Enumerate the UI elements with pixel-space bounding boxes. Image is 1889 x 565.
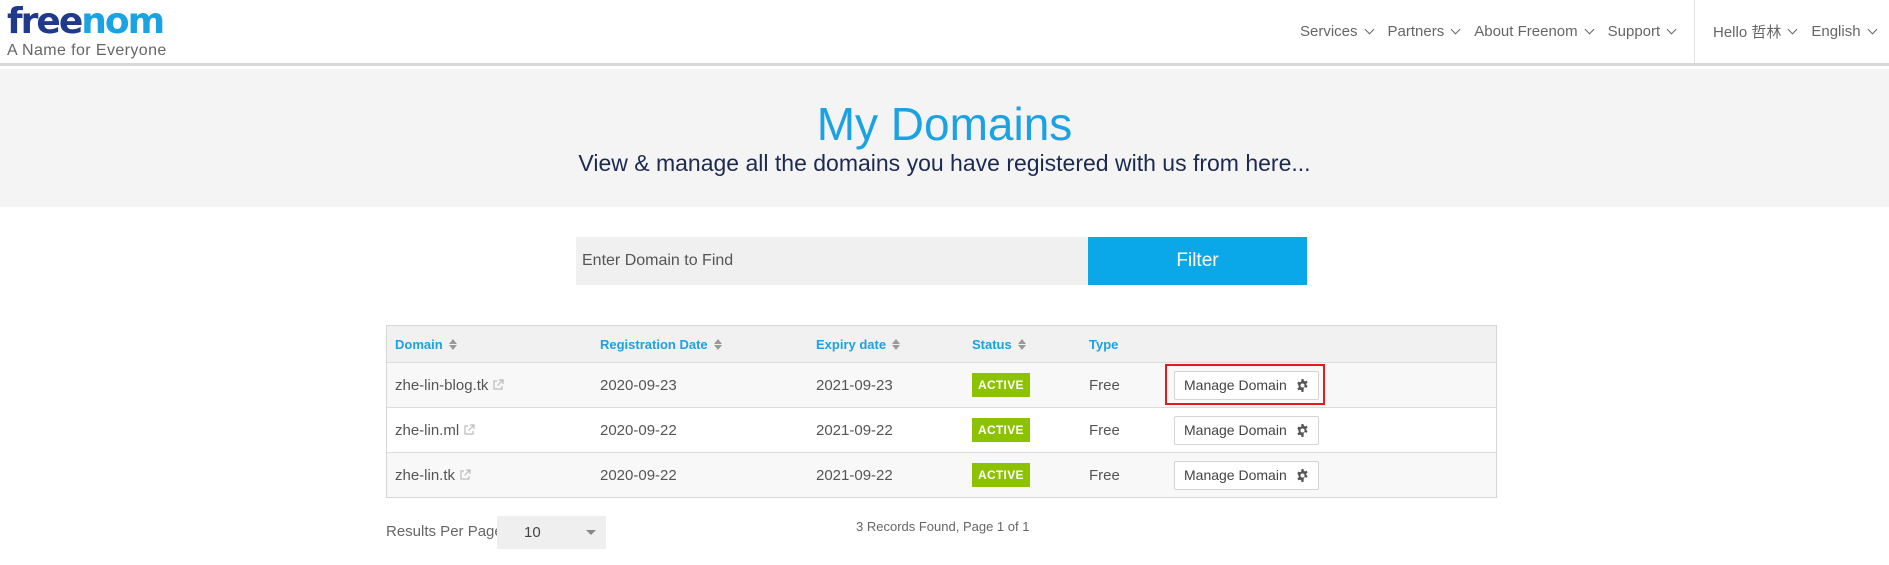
nav-about[interactable]: About Freenom [1474,23,1595,40]
domain-name[interactable]: zhe-lin-blog.tk [395,363,504,407]
chevron-down-icon [1666,24,1677,35]
status-cell: ACTIVE [972,363,1030,407]
nav-services[interactable]: Services [1300,23,1374,40]
nav-partners[interactable]: Partners [1388,23,1461,40]
expiry-date: 2021-09-22 [816,421,893,439]
domain-search-input[interactable] [576,237,1088,285]
site-header: freenom A Name for Everyone Services Par… [0,0,1889,66]
sort-icon [713,338,722,350]
chevron-down-icon [1364,24,1374,35]
results-per-page-label: Results Per Page: [386,523,507,540]
manage-domain-button[interactable]: Manage Domain [1174,415,1319,445]
domain-name[interactable]: zhe-lin.tk [395,453,471,497]
domains-table: Domain Registration Date Expiry date Sta… [386,325,1497,498]
column-header-registration-date[interactable]: Registration Date [600,326,722,362]
column-header-expiry-date[interactable]: Expiry date [816,326,901,362]
action-cell: Manage Domain [1174,408,1319,452]
filter-button[interactable]: Filter [1088,237,1307,285]
sort-icon [1017,338,1026,350]
chevron-down-icon [1584,24,1595,35]
column-header-domain[interactable]: Domain [395,326,457,362]
registration-date: 2020-09-22 [600,466,677,484]
user-menu[interactable]: Hello 哲林 [1713,21,1798,42]
table-row: zhe-lin.tk 2020-09-22 2021-09-22 ACTIVE … [387,452,1496,497]
gear-icon [1297,423,1308,437]
page-banner: My Domains View & manage all the domains… [0,69,1889,207]
registration-date: 2020-09-22 [600,421,677,439]
action-cell: Manage Domain [1174,453,1319,497]
manage-domain-button[interactable]: Manage Domain [1174,370,1319,400]
status-cell: ACTIVE [972,408,1030,452]
sort-icon [892,338,901,350]
external-link-icon[interactable] [463,424,475,436]
nav-divider [1694,0,1695,63]
table-row: zhe-lin.ml 2020-09-22 2021-09-22 ACTIVE … [387,407,1496,452]
column-header-type: Type [1089,336,1119,352]
external-link-icon[interactable] [492,379,504,391]
logo-wordmark: freenom [7,1,165,42]
gear-icon [1297,468,1308,482]
expiry-date: 2021-09-23 [816,376,893,394]
status-badge: ACTIVE [972,418,1030,442]
status-cell: ACTIVE [972,453,1030,497]
main-nav: Services Partners About Freenom Support [1300,0,1690,63]
page-title: My Domains [816,98,1073,150]
status-badge: ACTIVE [972,373,1030,397]
registration-date: 2020-09-23 [600,376,677,394]
domain-name[interactable]: zhe-lin.ml [395,408,475,452]
external-link-icon[interactable] [459,469,471,481]
status-badge: ACTIVE [972,463,1030,487]
domain-type: Free [1089,421,1120,439]
table-header: Domain Registration Date Expiry date Sta… [387,326,1496,362]
page-subtitle: View & manage all the domains you have r… [578,150,1311,176]
dropdown-arrow-icon [586,530,596,535]
user-nav: Hello 哲林 English [1713,0,1889,63]
freenom-logo[interactable]: freenom A Name for Everyone [7,4,167,60]
logo-tagline: A Name for Everyone [7,42,167,59]
chevron-down-icon [1787,24,1798,35]
language-menu[interactable]: English [1811,23,1878,40]
column-header-status[interactable]: Status [972,326,1026,362]
manage-domain-button[interactable]: Manage Domain [1174,460,1319,490]
chevron-down-icon [1450,24,1461,35]
expiry-date: 2021-09-22 [816,466,893,484]
results-per-page-select[interactable]: 10 [497,516,606,549]
sort-icon [448,338,457,350]
domain-type: Free [1089,376,1120,394]
domain-type: Free [1089,466,1120,484]
records-summary: 3 Records Found, Page 1 of 1 [856,519,1030,534]
chevron-down-icon [1867,24,1878,35]
gear-icon [1297,378,1308,392]
table-row: zhe-lin-blog.tk 2020-09-23 2021-09-23 AC… [387,362,1496,407]
nav-support[interactable]: Support [1608,23,1677,40]
action-cell: Manage Domain [1174,363,1319,407]
